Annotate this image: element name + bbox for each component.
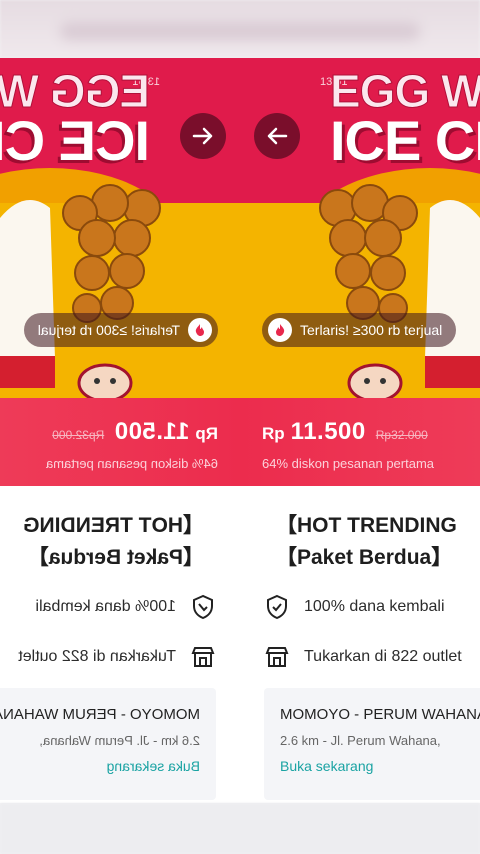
- store-info[interactable]: MOMOYO - PERUM WAHANA 2.6 km - Jl. Perum…: [0, 688, 216, 800]
- ice-cream-image: [0, 200, 55, 388]
- outlet-feature: Tukarkan di 822 outlet: [264, 644, 462, 670]
- outlet-feature: Tukarkan di 822 outlet: [18, 644, 216, 670]
- product-info: 【HOT TRENDING 【Paket Berdua】 100% dana k…: [240, 486, 480, 803]
- original-price: Rp32.000: [52, 428, 105, 442]
- best-seller-badge: Terlaris! ≥300 rb terjual: [262, 313, 457, 347]
- original-price: Rp32.000: [375, 428, 428, 442]
- refund-feature: 100% dana kembali: [264, 594, 445, 620]
- product-title: 【HOT TRENDING 【Paket Berdua】: [23, 514, 204, 569]
- ice-cream-image: [425, 200, 480, 388]
- product-card-mirrored[interactable]: 13:51 EGG WA ICE CR: [0, 58, 240, 803]
- product-info: 【HOT TRENDING 【Paket Berdua】 100% dana k…: [0, 486, 240, 803]
- hero-title: EGG WA ICE CR: [0, 65, 151, 172]
- store-icon: [191, 647, 215, 667]
- product-title: 【HOT TRENDING 【Paket Berdua】: [276, 514, 457, 569]
- prev-arrow-button[interactable]: [254, 113, 300, 159]
- price-band: Rp 11.500 Rp32.000 64% diskon pesanan pe…: [0, 398, 240, 486]
- product-card[interactable]: 13:51 EGG WA ICE CR: [240, 58, 480, 803]
- price-band: Rp 11.500 Rp32.000 64% diskon pesanan pe…: [240, 398, 480, 486]
- price-value: 11.500: [114, 418, 190, 445]
- shield-check-icon: [193, 594, 213, 620]
- store-info[interactable]: MOMOYO - PERUM WAHANA 2.6 km - Jl. Perum…: [264, 688, 480, 800]
- egg-waffle-image: [319, 184, 418, 323]
- top-status-area: [0, 0, 480, 58]
- discount-text: 64% diskon pesanan pertama: [45, 456, 218, 471]
- product-hero-image: 13:51 EGG WA ICE CR: [240, 58, 480, 398]
- egg-waffle-image: [62, 184, 161, 323]
- open-now-link: Buka sekarang: [280, 758, 374, 774]
- next-arrow-button[interactable]: [180, 113, 226, 159]
- refund-feature: 100% dana kembali: [35, 594, 216, 620]
- discount-text: 64% diskon pesanan pertama: [262, 456, 435, 471]
- hero-title: EGG WA ICE CR: [330, 65, 480, 172]
- shield-check-icon: [267, 594, 287, 620]
- bottom-area: [0, 803, 480, 854]
- fire-icon: [188, 318, 212, 342]
- product-hero-image: 13:51 EGG WA ICE CR: [0, 58, 240, 398]
- price-value: 11.500: [290, 418, 366, 445]
- mascot-image: [77, 363, 133, 398]
- store-icon: [265, 647, 289, 667]
- mascot-image: [347, 363, 403, 398]
- best-seller-badge: Terlaris! ≥300 rb terjual: [23, 313, 218, 347]
- fire-icon: [268, 318, 292, 342]
- arrow-right-icon: [192, 127, 213, 145]
- arrow-left-icon: [267, 127, 288, 145]
